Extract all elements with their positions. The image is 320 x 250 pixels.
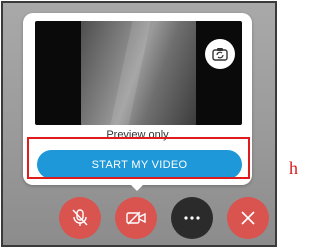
video-off-icon bbox=[126, 211, 146, 225]
end-meeting-button[interactable] bbox=[227, 197, 269, 239]
video-button[interactable] bbox=[115, 197, 157, 239]
annotation-text: h bbox=[289, 158, 298, 178]
video-preview bbox=[35, 21, 242, 125]
popover-arrow bbox=[128, 182, 146, 191]
highlight-box bbox=[27, 137, 250, 179]
microphone-muted-icon bbox=[72, 209, 88, 226]
camera-switch-icon bbox=[212, 48, 228, 61]
meeting-window: Preview only START MY VIDEO bbox=[1, 1, 277, 247]
close-icon bbox=[241, 211, 255, 225]
more-options-button[interactable] bbox=[171, 197, 213, 239]
mute-button[interactable] bbox=[59, 197, 101, 239]
camera-feed bbox=[81, 21, 196, 125]
switch-camera-button[interactable] bbox=[205, 39, 235, 69]
meeting-controls bbox=[3, 197, 279, 243]
ellipsis-icon bbox=[184, 216, 200, 220]
